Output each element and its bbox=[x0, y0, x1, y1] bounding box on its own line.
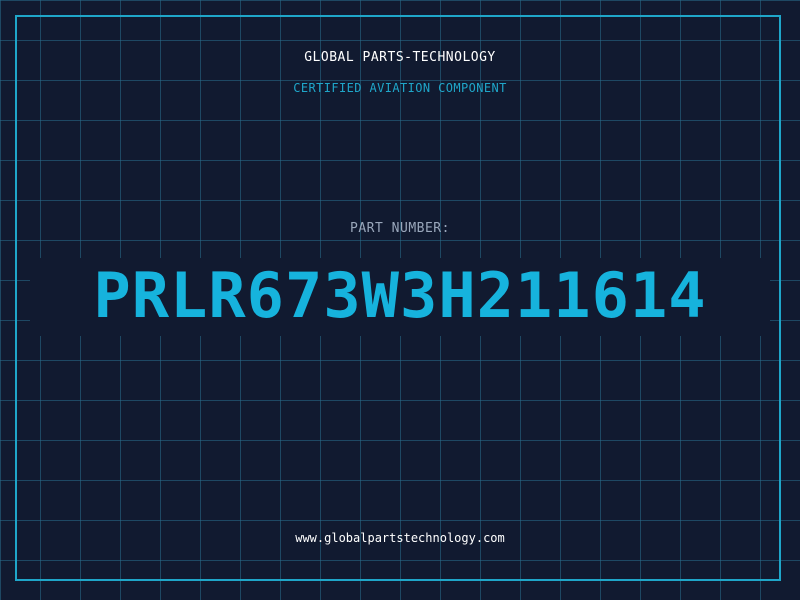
website-url: www.globalpartstechnology.com bbox=[295, 531, 505, 545]
part-number-value: PRLR673W3H211614 bbox=[93, 259, 707, 332]
company-name: GLOBAL PARTS-TECHNOLOGY bbox=[304, 50, 496, 65]
part-number-label: PART NUMBER: bbox=[350, 221, 450, 236]
certification-tagline: CERTIFIED AVIATION COMPONENT bbox=[293, 81, 507, 95]
